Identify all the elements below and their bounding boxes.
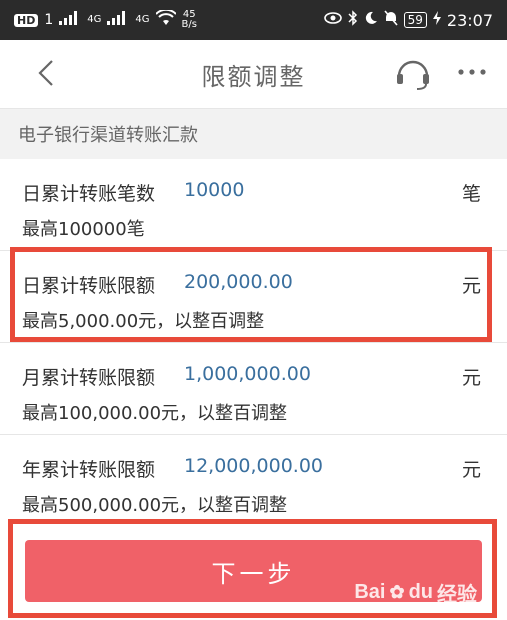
limit-value-input[interactable]: 1,000,000.00: [184, 363, 311, 385]
network-speed: 45 B/s: [182, 10, 197, 30]
bluetooth-icon: [348, 10, 358, 30]
watermark-suffix: 经验: [437, 584, 477, 606]
mute-bell-icon: [384, 10, 398, 30]
limit-hint: 最高100000笔: [22, 219, 145, 240]
limit-label: 年累计转账限额: [22, 459, 156, 481]
speed-unit: B/s: [181, 19, 197, 30]
sim-indicator: 1: [44, 12, 54, 28]
battery-indicator: 59: [403, 12, 427, 28]
status-bar: HD 1 4G 4G 45 B/s 59 23:07: [0, 0, 507, 40]
moon-icon: [364, 11, 378, 29]
limit-row-daily-count[interactable]: 日累计转账笔数 10000 笔 最高100000笔: [0, 159, 507, 251]
wifi-icon: [154, 8, 177, 30]
limit-value-input[interactable]: 12,000,000.00: [184, 455, 323, 477]
navigation-bar: 限额调整: [0, 40, 507, 109]
more-dots-icon: [458, 69, 486, 75]
eye-icon: [323, 12, 342, 28]
limit-value-input[interactable]: 200,000.00: [184, 271, 293, 293]
status-right: 59 23:07: [323, 10, 493, 30]
signal-icon: [59, 11, 81, 29]
status-left: HD 1 4G 4G 45 B/s: [14, 8, 197, 30]
network-type-1: 4G: [87, 14, 102, 25]
customer-service-button[interactable]: [393, 56, 433, 92]
limit-unit: 元: [461, 459, 481, 481]
watermark-brand: Bai: [354, 581, 386, 603]
back-button[interactable]: [32, 58, 62, 88]
bottom-action-area: 下一步 Bai ✿ du 经验: [0, 520, 507, 620]
limit-hint: 最高5,000.00元，以整百调整: [22, 311, 265, 332]
baidu-watermark: Bai ✿ du 经验: [354, 578, 477, 607]
charging-icon: [432, 11, 441, 29]
signal-icon-2: [107, 11, 129, 29]
limit-row-monthly-amount[interactable]: 月累计转账限额 1,000,000.00 元 最高100,000.00元，以整百…: [0, 343, 507, 435]
limit-hint: 最高500,000.00元，以整百调整: [22, 495, 288, 516]
limit-unit: 笔: [461, 183, 481, 205]
limit-label: 日累计转账限额: [22, 275, 156, 297]
chevron-left-icon: [38, 60, 53, 86]
limit-unit: 元: [461, 275, 481, 297]
paw-icon: ✿: [389, 582, 405, 602]
limit-label: 月累计转账限额: [22, 367, 156, 389]
section-header: 电子银行渠道转账汇款: [0, 109, 507, 159]
hd-badge: HD: [14, 13, 39, 27]
network-type-2: 4G: [135, 14, 150, 25]
limit-unit: 元: [461, 367, 481, 389]
clock-time: 23:07: [446, 10, 493, 30]
limit-label: 日累计转账笔数: [22, 183, 156, 205]
watermark-brand-2: du: [408, 581, 433, 603]
limit-row-yearly-amount[interactable]: 年累计转账限额 12,000,000.00 元 最高500,000.00元，以整…: [0, 435, 507, 527]
limit-row-daily-amount[interactable]: 日累计转账限额 200,000.00 元 最高5,000.00元，以整百调整: [0, 251, 507, 343]
limit-value-input[interactable]: 10000: [184, 179, 244, 201]
limits-list: 日累计转账笔数 10000 笔 最高100000笔 日累计转账限额 200,00…: [0, 159, 507, 527]
limit-hint: 最高100,000.00元，以整百调整: [22, 403, 288, 424]
more-button[interactable]: [457, 62, 487, 82]
headset-icon: [397, 60, 429, 90]
